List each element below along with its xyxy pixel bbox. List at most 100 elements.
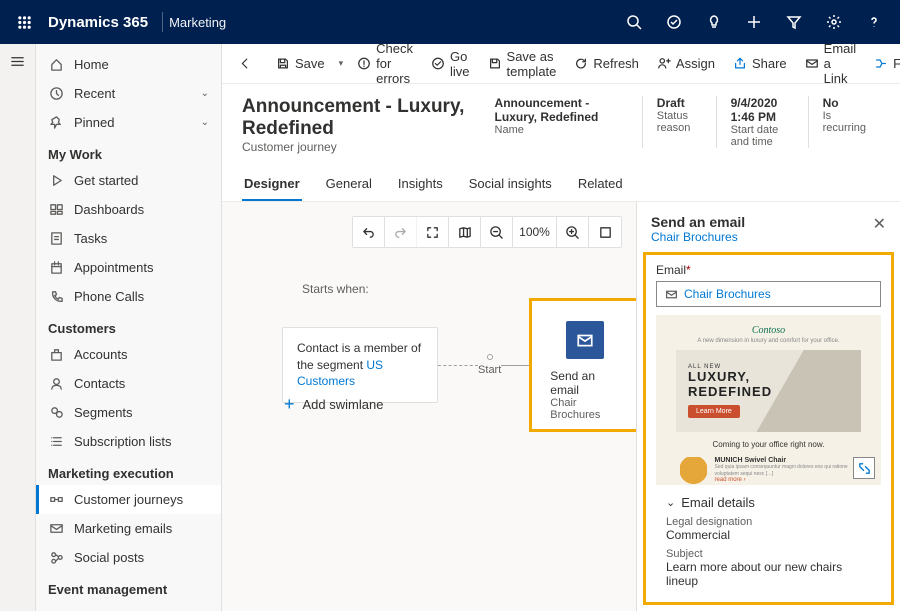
account-icon xyxy=(48,347,64,362)
start-node xyxy=(487,354,493,360)
sidebar-item-dashboards[interactable]: Dashboards xyxy=(36,195,221,224)
bulb-icon[interactable] xyxy=(696,0,732,44)
flow-button[interactable]: Flow▾ xyxy=(866,50,900,77)
tab-related[interactable]: Related xyxy=(576,168,625,201)
plus-icon: + xyxy=(284,394,295,415)
save-chevron[interactable]: ▾ xyxy=(335,58,348,69)
map-icon[interactable] xyxy=(449,217,481,247)
chevron-down-icon: ⌄ xyxy=(666,496,675,509)
sidebar-item-segments[interactable]: Segments xyxy=(36,398,221,427)
panel-record-link[interactable]: Chair Brochures xyxy=(651,230,745,244)
tab-general[interactable]: General xyxy=(324,168,374,201)
email-field-label: Email* xyxy=(656,263,881,277)
save-button[interactable]: Save xyxy=(268,50,333,77)
play-icon xyxy=(48,173,64,188)
filter-icon[interactable] xyxy=(776,0,812,44)
add-swimlane-button[interactable]: + Add swimlane xyxy=(284,394,383,415)
sidebar-item-accounts[interactable]: Accounts xyxy=(36,340,221,369)
journey-icon xyxy=(48,492,64,507)
redo-icon[interactable] xyxy=(385,217,417,247)
brand-name[interactable]: Dynamics 365 xyxy=(40,14,156,31)
tab-designer[interactable]: Designer xyxy=(242,168,302,201)
sidebar-item-marketing-emails[interactable]: Marketing emails xyxy=(36,514,221,543)
undo-icon[interactable] xyxy=(353,217,385,247)
chevron-down-icon: ⌄ xyxy=(201,117,209,128)
sidebar-group-header: Event management xyxy=(36,572,221,601)
global-nav: Dynamics 365 Marketing xyxy=(0,0,900,44)
sidebar-item-events[interactable]: Events xyxy=(36,601,221,611)
sidebar-item-contacts[interactable]: Contacts xyxy=(36,369,221,398)
sidebar-item-pinned[interactable]: Pinned ⌄ xyxy=(36,108,221,137)
gear-icon[interactable] xyxy=(816,0,852,44)
go-live-button[interactable]: Go live xyxy=(423,44,478,85)
share-button[interactable]: Share xyxy=(725,50,795,77)
header-field: DraftStatus reason xyxy=(642,96,716,148)
hamburger-icon[interactable] xyxy=(10,54,25,72)
sidebar: Home Recent ⌄ Pinned ⌄ My Work Get start… xyxy=(36,44,222,611)
mail-icon xyxy=(665,288,678,301)
suite-name[interactable]: Marketing xyxy=(169,15,226,30)
task-icon[interactable] xyxy=(656,0,692,44)
fullscreen-icon[interactable] xyxy=(589,217,621,247)
home-icon xyxy=(48,57,64,72)
sidebar-item-recent[interactable]: Recent ⌄ xyxy=(36,79,221,108)
cal-icon xyxy=(48,260,64,275)
social-icon xyxy=(48,550,64,565)
header-field: 9/4/2020 1:46 PMStart date and time xyxy=(716,96,808,148)
contact-icon xyxy=(48,376,64,391)
mail-icon xyxy=(566,321,604,359)
tab-strip: Designer General Insights Social insights Re… xyxy=(242,168,880,201)
record-title: Announcement - Luxury, Redefined xyxy=(242,96,481,140)
app-launcher-icon[interactable] xyxy=(8,15,40,30)
list-icon xyxy=(48,434,64,449)
refresh-button[interactable]: Refresh xyxy=(566,50,647,77)
sidebar-item-home[interactable]: Home xyxy=(36,50,221,79)
record-header: Announcement - Luxury, Redefined Custome… xyxy=(222,84,900,202)
pin-icon xyxy=(48,115,64,130)
segment-start-card[interactable]: Contact is a member of the segment US Cu… xyxy=(282,327,438,403)
sidebar-group-header: My Work xyxy=(36,137,221,166)
sidebar-item-customer-journeys[interactable]: Customer journeys xyxy=(36,485,221,514)
email-details-toggle[interactable]: ⌄ Email details xyxy=(666,495,871,510)
sidebar-item-social-posts[interactable]: Social posts xyxy=(36,543,221,572)
command-bar: Save ▾ Check for errors Go live Save as … xyxy=(222,44,900,84)
email-lookup[interactable]: Chair Brochures xyxy=(656,281,881,307)
sidebar-item-subscription-lists[interactable]: Subscription lists xyxy=(36,427,221,456)
header-field: NoIs recurring xyxy=(808,96,880,148)
chair-thumb xyxy=(680,457,707,485)
panel-title: Send an email xyxy=(651,214,745,230)
help-icon[interactable] xyxy=(856,0,892,44)
email-preview: Contoso A new dimension in luxury and co… xyxy=(656,315,881,485)
sidebar-group-header: Customers xyxy=(36,311,221,340)
legal-designation-value: Commercial xyxy=(666,528,871,542)
nav-rail xyxy=(0,44,36,611)
record-entity: Customer journey xyxy=(242,140,481,154)
properties-panel: Send an email Chair Brochures ✕ Email* C… xyxy=(636,202,900,611)
search-icon[interactable] xyxy=(616,0,652,44)
save-template-button[interactable]: Save as template xyxy=(480,44,565,85)
tab-insights[interactable]: Insights xyxy=(396,168,445,201)
mail-icon xyxy=(48,521,64,536)
back-button[interactable] xyxy=(230,51,260,77)
fit-icon[interactable] xyxy=(417,217,449,247)
tab-social-insights[interactable]: Social insights xyxy=(467,168,554,201)
phone-icon xyxy=(48,289,64,304)
expand-preview-icon[interactable] xyxy=(853,457,875,479)
designer-canvas[interactable]: 100% Starts when: Contact is a member of… xyxy=(222,202,636,611)
sidebar-item-phone-calls[interactable]: Phone Calls xyxy=(36,282,221,311)
sidebar-item-appointments[interactable]: Appointments xyxy=(36,253,221,282)
zoom-level: 100% xyxy=(513,217,557,247)
email-tile-selected[interactable]: Send an email Chair Brochures xyxy=(529,298,636,432)
clock-icon xyxy=(48,86,64,101)
add-icon[interactable] xyxy=(736,0,772,44)
task-icon xyxy=(48,231,64,246)
assign-button[interactable]: Assign xyxy=(649,50,723,77)
sidebar-item-tasks[interactable]: Tasks xyxy=(36,224,221,253)
zoom-out-icon[interactable] xyxy=(481,217,513,247)
sidebar-item-get-started[interactable]: Get started xyxy=(36,166,221,195)
canvas-toolbar: 100% xyxy=(352,216,622,248)
zoom-in-icon[interactable] xyxy=(557,217,589,247)
subject-value: Learn more about our new chairs lineup xyxy=(666,560,871,588)
close-icon[interactable]: ✕ xyxy=(873,214,886,234)
header-field: Announcement - Luxury, RedefinedName xyxy=(481,96,642,148)
